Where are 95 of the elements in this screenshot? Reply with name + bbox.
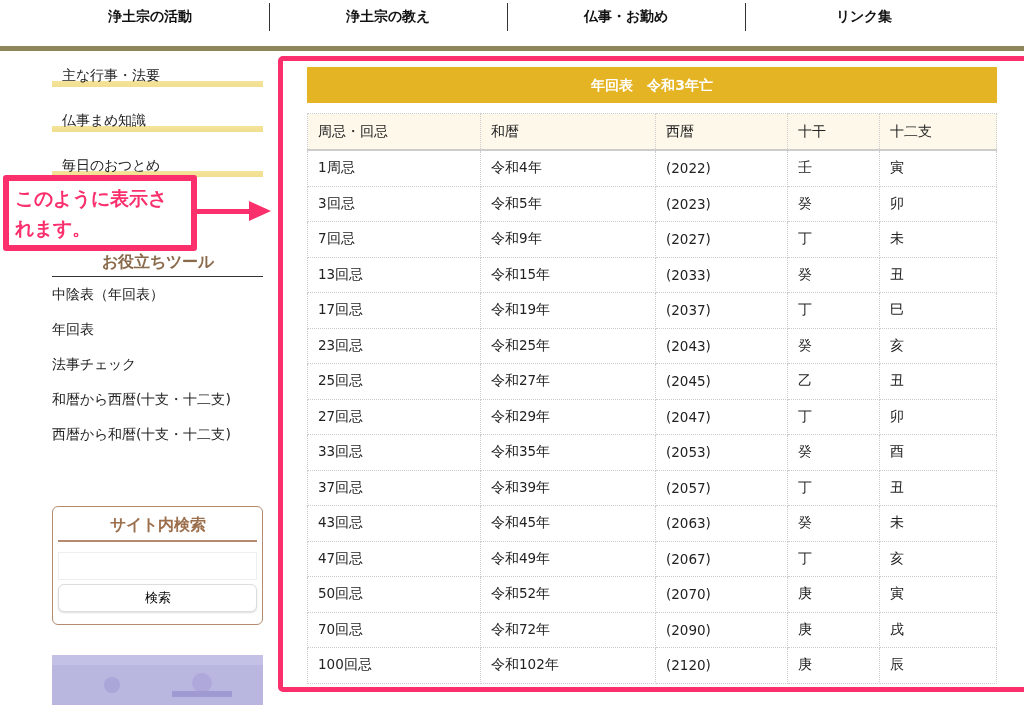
column-header: 西暦 xyxy=(655,113,788,150)
table-cell: 癸 xyxy=(787,186,880,222)
nav-link[interactable]: 仏事・お勤め xyxy=(507,3,746,31)
table-cell: 37回忌 xyxy=(307,470,481,506)
table-cell: 1周忌 xyxy=(307,150,481,186)
table-cell: 庚 xyxy=(787,647,880,683)
table-cell: (2047) xyxy=(655,399,788,435)
table-cell: 令和19年 xyxy=(480,292,656,328)
table-cell: (2023) xyxy=(655,186,788,222)
table-cell: 癸 xyxy=(787,505,880,541)
arrow-icon xyxy=(195,201,271,221)
nav-link[interactable]: リンク集 xyxy=(745,3,983,31)
table-cell: 未 xyxy=(879,221,997,257)
table-cell: 3回忌 xyxy=(307,186,481,222)
table-cell: 丁 xyxy=(787,292,880,328)
table-cell: 令和27年 xyxy=(480,363,656,399)
table-cell: 令和72年 xyxy=(480,612,656,648)
tool-link[interactable]: 年回表 xyxy=(52,312,263,347)
table-cell: 癸 xyxy=(787,257,880,293)
tool-link[interactable]: 法事チェック xyxy=(52,347,263,382)
table-cell: 70回忌 xyxy=(307,612,481,648)
table-cell: 令和45年 xyxy=(480,505,656,541)
table-caption: 年回表 令和3年亡 xyxy=(307,67,997,103)
table-cell: 令和25年 xyxy=(480,328,656,364)
table-cell: 47回忌 xyxy=(307,541,481,577)
table-cell: 令和5年 xyxy=(480,186,656,222)
table-cell: 庚 xyxy=(787,612,880,648)
tools-heading: お役立ちツール xyxy=(52,252,263,277)
table-cell: 丁 xyxy=(787,541,880,577)
table-cell: (2022) xyxy=(655,150,788,186)
table-cell: (2027) xyxy=(655,221,788,257)
search-title: サイト内検索 xyxy=(58,515,257,542)
table-cell: 癸 xyxy=(787,328,880,364)
table-cell: 令和4年 xyxy=(480,150,656,186)
tool-link[interactable]: 西暦から和暦(十支・十二支) xyxy=(52,417,263,452)
column-header: 十二支 xyxy=(879,113,997,150)
table-cell: 未 xyxy=(879,505,997,541)
table-cell: (2057) xyxy=(655,470,788,506)
search-button[interactable]: 検索 xyxy=(58,584,257,612)
nav-link[interactable]: 浄土宗の活動 xyxy=(31,3,270,31)
table-cell: 亥 xyxy=(879,328,997,364)
table-cell: (2053) xyxy=(655,434,788,470)
table-cell: 辰 xyxy=(879,647,997,683)
table-cell: 卯 xyxy=(879,399,997,435)
table-cell: 壬 xyxy=(787,150,880,186)
table-cell: 13回忌 xyxy=(307,257,481,293)
nav-link[interactable]: 浄土宗の教え xyxy=(269,3,508,31)
tool-link[interactable]: 和暦から西暦(十支・十二支) xyxy=(52,382,263,417)
table-cell: 43回忌 xyxy=(307,505,481,541)
table-cell: 令和39年 xyxy=(480,470,656,506)
table-cell: 丑 xyxy=(879,470,997,506)
table-cell: 25回忌 xyxy=(307,363,481,399)
table-cell: 丑 xyxy=(879,257,997,293)
table-cell: (2043) xyxy=(655,328,788,364)
table-cell: 寅 xyxy=(879,576,997,612)
table-cell: 令和29年 xyxy=(480,399,656,435)
table-cell: (2045) xyxy=(655,363,788,399)
table-cell: 17回忌 xyxy=(307,292,481,328)
tool-link[interactable]: 中陰表（年回表） xyxy=(52,277,263,312)
table-cell: 卯 xyxy=(879,186,997,222)
table-cell: (2090) xyxy=(655,612,788,648)
table-cell: 戌 xyxy=(879,612,997,648)
table-cell: (2033) xyxy=(655,257,788,293)
table-cell: (2063) xyxy=(655,505,788,541)
table-cell: 令和9年 xyxy=(480,221,656,257)
table-cell: 丁 xyxy=(787,399,880,435)
table-cell: (2120) xyxy=(655,647,788,683)
table-cell: 庚 xyxy=(787,576,880,612)
table-cell: 50回忌 xyxy=(307,576,481,612)
annotation-tooltip: このように表示されます。 xyxy=(3,175,197,251)
table-cell: (2037) xyxy=(655,292,788,328)
table-cell: (2067) xyxy=(655,541,788,577)
column-header: 和暦 xyxy=(480,113,656,150)
table-cell: 丁 xyxy=(787,221,880,257)
table-cell: 令和52年 xyxy=(480,576,656,612)
table-cell: 丁 xyxy=(787,470,880,506)
column-header: 十干 xyxy=(787,113,880,150)
table-cell: 23回忌 xyxy=(307,328,481,364)
table-cell: 癸 xyxy=(787,434,880,470)
table-cell: 令和102年 xyxy=(480,647,656,683)
table-cell: (2070) xyxy=(655,576,788,612)
table-cell: 乙 xyxy=(787,363,880,399)
table-cell: 33回忌 xyxy=(307,434,481,470)
table-cell: 巳 xyxy=(879,292,997,328)
table-cell: 27回忌 xyxy=(307,399,481,435)
table-cell: 令和35年 xyxy=(480,434,656,470)
table-cell: 7回忌 xyxy=(307,221,481,257)
table-cell: 令和49年 xyxy=(480,541,656,577)
table-cell: 酉 xyxy=(879,434,997,470)
table-cell: 寅 xyxy=(879,150,997,186)
table-cell: 丑 xyxy=(879,363,997,399)
table-cell: 亥 xyxy=(879,541,997,577)
column-header: 周忌・回忌 xyxy=(307,113,481,150)
table-cell: 100回忌 xyxy=(307,647,481,683)
table-cell: 令和15年 xyxy=(480,257,656,293)
